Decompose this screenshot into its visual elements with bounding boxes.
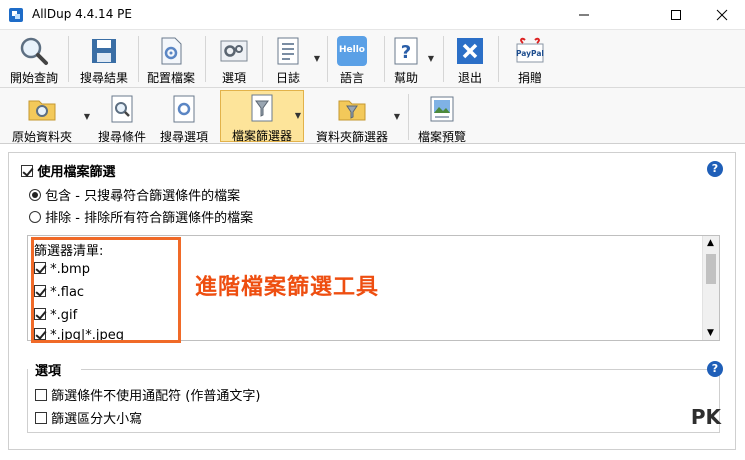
scroll-down-icon[interactable]: ▼ xyxy=(707,328,714,338)
app-icon xyxy=(9,8,23,22)
file-filter-icon xyxy=(251,94,273,122)
search-items-button[interactable]: 搜尋選項 xyxy=(154,92,214,144)
case-sensitive-checkbox[interactable]: 篩選區分大小寫 xyxy=(35,408,142,427)
watermark: PK xyxy=(690,405,721,429)
file-preview-button[interactable]: 檔案預覽 xyxy=(412,92,472,144)
dropdown-arrow-icon[interactable]: ▼ xyxy=(84,112,90,121)
help-icon[interactable]: ? xyxy=(707,361,723,377)
search-document-icon xyxy=(111,95,133,123)
radio-button[interactable] xyxy=(29,211,41,223)
config-files-button[interactable]: 配置檔案 xyxy=(142,34,200,85)
no-wildcard-checkbox[interactable]: 篩選條件不使用通配符 (作普通文字) xyxy=(35,385,260,404)
use-file-filter-checkbox[interactable]: 使用檔案篩選 xyxy=(21,161,116,180)
checkbox[interactable] xyxy=(35,389,47,401)
folder-filter-button[interactable]: 資料夾篩選器 ▼ xyxy=(310,92,400,144)
toolbar-separator xyxy=(138,36,139,82)
help-icon[interactable]: ? xyxy=(707,161,723,177)
main-toolbar: 開始查詢 搜尋結果 配置檔案 選項 日誌 ▼ Hello 語言 ? 幫助 ▼ 退… xyxy=(0,30,745,88)
radio-button[interactable] xyxy=(29,189,41,201)
magnifier-icon xyxy=(20,37,48,65)
folder-search-icon xyxy=(28,100,56,121)
minimize-icon xyxy=(579,14,589,16)
gears-icon xyxy=(220,40,248,62)
donate-button[interactable]: PayPal 捐贈 xyxy=(508,34,552,85)
source-folder-button[interactable]: 原始資料夾 ▼ xyxy=(4,92,90,144)
toolbar-separator xyxy=(384,36,385,82)
toolbar-separator xyxy=(205,36,206,82)
filter-toolbar: 原始資料夾 ▼ 搜尋條件 搜尋選項 檔案篩選器 ▼ 資料夾篩選器 ▼ 檔案預覽 xyxy=(0,88,745,144)
annotation-text: 進階檔案篩選工具 xyxy=(195,275,380,300)
scrollbar[interactable]: ▲ ▼ xyxy=(702,236,719,340)
title-bar: AllDup 4.4.14 PE xyxy=(0,0,745,30)
log-button[interactable]: 日誌 ▼ xyxy=(266,34,320,85)
floppy-icon xyxy=(92,39,116,63)
search-criteria-button[interactable]: 搜尋條件 xyxy=(92,92,152,144)
speech-bubble-icon: Hello xyxy=(337,36,367,66)
language-button[interactable]: Hello 語言 xyxy=(332,34,372,85)
options-button[interactable]: 選項 xyxy=(212,34,256,85)
log-document-icon xyxy=(277,37,299,65)
toolbar-separator xyxy=(327,36,328,82)
close-icon xyxy=(716,9,728,21)
svg-text:?: ? xyxy=(401,42,411,63)
checkbox[interactable] xyxy=(35,412,47,424)
checkbox[interactable] xyxy=(21,165,33,177)
help-document-icon: ? xyxy=(394,37,418,65)
window-title: AllDup 4.4.14 PE xyxy=(32,7,132,21)
toolbar-separator xyxy=(408,94,409,140)
exit-button[interactable]: 退出 xyxy=(450,34,490,85)
dropdown-arrow-icon[interactable]: ▼ xyxy=(394,112,400,121)
image-preview-icon xyxy=(430,96,454,122)
file-filter-button[interactable]: 檔案篩選器 ▼ xyxy=(220,90,304,143)
paypal-gift-icon: PayPal xyxy=(516,37,544,63)
svg-text:PayPal: PayPal xyxy=(516,49,544,58)
settings-document-icon xyxy=(173,95,195,123)
dropdown-arrow-icon[interactable]: ▼ xyxy=(314,54,320,63)
scroll-up-icon[interactable]: ▲ xyxy=(707,238,714,248)
config-document-icon xyxy=(161,37,182,65)
toolbar-separator xyxy=(498,36,499,82)
toolbar-separator xyxy=(443,36,444,82)
help-button[interactable]: ? 幫助 ▼ xyxy=(388,34,434,85)
close-button[interactable] xyxy=(699,0,745,30)
start-search-button[interactable]: 開始查詢 xyxy=(4,34,64,85)
exit-icon xyxy=(457,38,483,64)
include-radio[interactable]: 包含 - 只搜尋符合篩選條件的檔案 xyxy=(29,185,240,204)
search-results-button[interactable]: 搜尋結果 xyxy=(74,34,134,85)
scrollbar-thumb[interactable] xyxy=(706,254,716,284)
annotation-highlight-box xyxy=(31,237,181,343)
folder-filter-icon xyxy=(338,100,366,121)
toolbar-separator xyxy=(68,36,69,82)
filter-panel: 使用檔案篩選 ? 包含 - 只搜尋符合篩選條件的檔案 排除 - 排除所有符合篩選… xyxy=(8,152,736,450)
toolbar-separator xyxy=(262,36,263,82)
maximize-icon xyxy=(671,10,681,20)
minimize-button[interactable] xyxy=(561,0,607,30)
maximize-button[interactable] xyxy=(653,0,699,30)
exclude-radio[interactable]: 排除 - 排除所有符合篩選條件的檔案 xyxy=(29,207,253,226)
dropdown-arrow-icon[interactable]: ▼ xyxy=(428,54,434,63)
dropdown-arrow-icon[interactable]: ▼ xyxy=(295,111,301,120)
